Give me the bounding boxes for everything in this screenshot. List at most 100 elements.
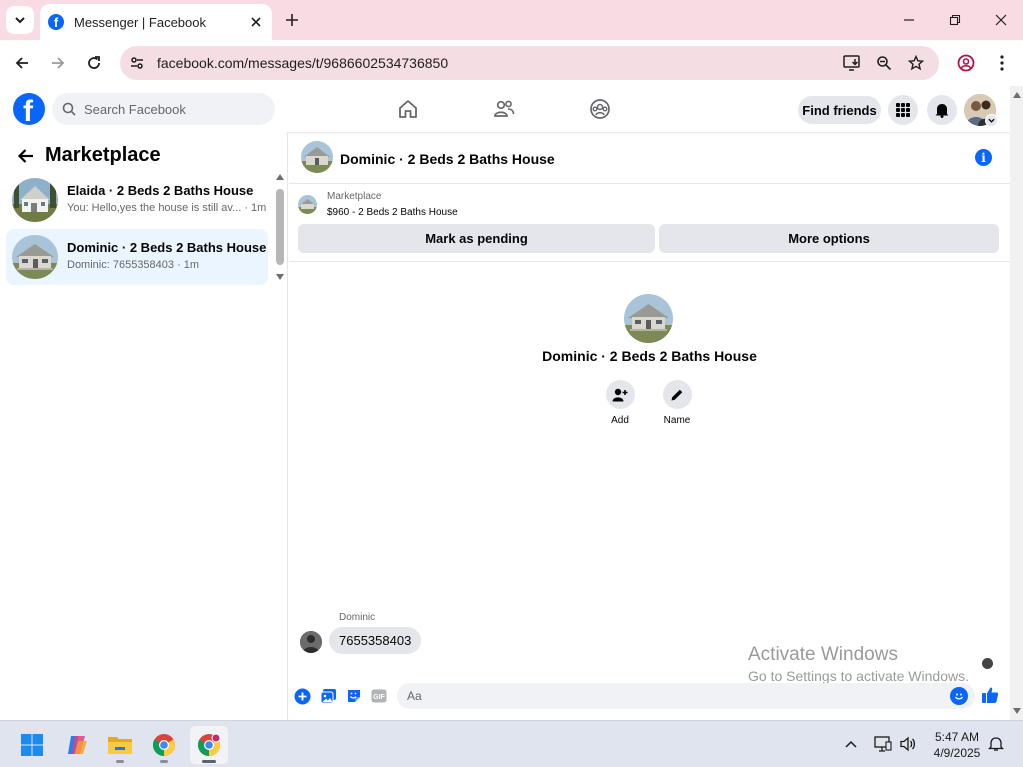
close-icon <box>251 17 261 27</box>
home-icon <box>399 100 417 118</box>
emoji-button[interactable] <box>950 687 968 705</box>
intro-name: Dominic · 2 Beds 2 Baths House <box>542 348 757 364</box>
more-actions-button[interactable] <box>293 687 311 705</box>
address-bar[interactable]: facebook.com/messages/t/9686602534736850 <box>120 46 939 80</box>
kebab-menu-icon <box>1000 55 1004 71</box>
find-friends-button[interactable]: Find friends <box>798 96 881 124</box>
search-input[interactable]: Search Facebook <box>84 102 186 117</box>
windows-taskbar: 5:47 AM 4/9/2025 <box>0 720 1023 767</box>
taskbar-clock[interactable]: 5:47 AM 4/9/2025 <box>928 729 986 761</box>
volume-button[interactable] <box>898 734 918 754</box>
conversation-avatar[interactable] <box>301 141 333 173</box>
network-button[interactable] <box>873 734 893 754</box>
svg-text:GIF: GIF <box>373 694 385 701</box>
listing-thumbnail[interactable] <box>298 195 317 214</box>
install-app-button[interactable] <box>840 51 864 75</box>
account-menu-chevron[interactable] <box>985 114 998 127</box>
nav-groups[interactable] <box>587 96 613 122</box>
scrollbar-thumb[interactable] <box>276 189 284 265</box>
marketplace-back-button[interactable] <box>14 144 38 168</box>
tab-close-button[interactable] <box>248 14 264 30</box>
file-explorer-app[interactable] <box>101 726 139 764</box>
conversation-preview: Dominic: 7655358403 · 1m <box>67 259 200 271</box>
marketplace-chats-panel: Marketplace Elaida · 2 Beds 2 Baths Hous… <box>0 132 288 720</box>
zoom-out-icon <box>877 56 892 71</box>
conversation-name: Dominic · 2 Beds 2 Baths House <box>67 240 267 255</box>
conversation-item-dominic[interactable]: Dominic · 2 Beds 2 Baths House Dominic: … <box>6 229 268 285</box>
listing-bar: Marketplace $960 - 2 Beds 2 Baths House … <box>289 185 1010 262</box>
nav-home[interactable] <box>395 96 421 122</box>
page-scrollbar[interactable] <box>1010 86 1023 720</box>
start-button[interactable] <box>13 726 51 764</box>
conversation-title[interactable]: Dominic · 2 Beds 2 Baths House <box>340 151 555 167</box>
edit-name-button[interactable]: Name <box>657 380 697 426</box>
back-button[interactable] <box>8 49 36 77</box>
copilot-app[interactable] <box>58 726 96 764</box>
chrome-menu-button[interactable] <box>988 49 1016 77</box>
facebook-header: f Search Facebook Find friends <box>0 86 1010 132</box>
url-text[interactable]: facebook.com/messages/t/9686602534736850 <box>157 55 448 71</box>
install-app-icon <box>843 55 860 71</box>
gif-button[interactable]: GIF <box>370 687 388 705</box>
conversation-info-button[interactable]: i <box>975 149 992 166</box>
browser-tab[interactable]: f Messenger | Facebook <box>40 4 272 40</box>
facebook-logo-icon[interactable]: f <box>13 93 45 125</box>
tab-search-button[interactable] <box>6 6 34 34</box>
bookmark-button[interactable] <box>904 51 928 75</box>
add-person-circle[interactable] <box>605 380 635 409</box>
message-sender-avatar[interactable] <box>300 631 322 653</box>
folder-icon <box>108 737 132 754</box>
notification-center-button[interactable] <box>986 734 1006 754</box>
site-info-button[interactable] <box>125 51 149 75</box>
facebook-search[interactable]: Search Facebook <box>52 93 275 125</box>
scroll-down-arrow-icon[interactable] <box>1013 708 1021 714</box>
more-options-button[interactable]: More options <box>659 224 999 253</box>
edit-name-circle[interactable] <box>662 380 692 409</box>
conversation-list-scrollbar[interactable] <box>275 172 285 292</box>
restore-button[interactable] <box>943 8 967 32</box>
tab-title: Messenger | Facebook <box>74 14 206 30</box>
chevron-down-icon <box>15 17 25 24</box>
close-window-button[interactable] <box>989 8 1013 32</box>
copilot-icon <box>68 736 87 754</box>
speaker-icon <box>900 736 916 752</box>
menu-button[interactable] <box>888 95 918 125</box>
chrome-profile-app[interactable] <box>190 726 228 764</box>
chrome-app[interactable] <box>145 726 183 764</box>
arrow-left-icon <box>15 57 28 69</box>
listing-price-title[interactable]: $960 - 2 Beds 2 Baths House <box>327 207 458 218</box>
message-input[interactable]: Aa <box>397 683 975 709</box>
reload-button[interactable] <box>80 49 108 77</box>
attach-photo-button[interactable] <box>319 687 337 705</box>
listing-source-label: Marketplace <box>327 191 382 202</box>
activation-watermark-title: Activate Windows <box>748 644 898 665</box>
restore-icon <box>949 14 961 26</box>
scroll-up-arrow-icon[interactable] <box>1013 92 1021 98</box>
nav-friends[interactable] <box>491 96 517 122</box>
running-indicator <box>202 760 216 763</box>
house-photo-icon <box>298 195 317 214</box>
scroll-down-arrow-icon[interactable] <box>276 274 284 280</box>
show-hidden-icons-button[interactable] <box>841 734 861 754</box>
forward-button[interactable] <box>44 49 72 77</box>
minimize-icon <box>904 19 914 21</box>
minimize-button[interactable] <box>897 8 921 32</box>
send-like-button[interactable] <box>981 686 999 704</box>
mark-as-pending-button[interactable]: Mark as pending <box>298 224 655 253</box>
add-person-icon <box>612 388 628 401</box>
profile-icon <box>957 54 975 72</box>
profile-button[interactable] <box>952 49 980 77</box>
activation-watermark-subtitle: Go to Settings to activate Windows. <box>748 668 969 684</box>
notifications-button[interactable] <box>927 95 957 125</box>
sticker-button[interactable] <box>345 687 363 705</box>
add-person-button[interactable]: Add <box>600 380 640 426</box>
thumbs-up-icon <box>982 687 999 703</box>
clock-date: 4/9/2025 <box>933 746 981 760</box>
zoom-button[interactable] <box>872 51 896 75</box>
new-tab-button[interactable] <box>280 8 304 32</box>
scroll-up-arrow-icon[interactable] <box>276 174 284 180</box>
message-bubble[interactable]: 7655358403 <box>329 627 422 654</box>
conversation-header: Dominic · 2 Beds 2 Baths House i <box>289 132 1010 184</box>
conversation-item-elaida[interactable]: Elaida · 2 Beds 2 Baths House You: Hello… <box>6 172 268 228</box>
photo-icon <box>320 689 336 704</box>
